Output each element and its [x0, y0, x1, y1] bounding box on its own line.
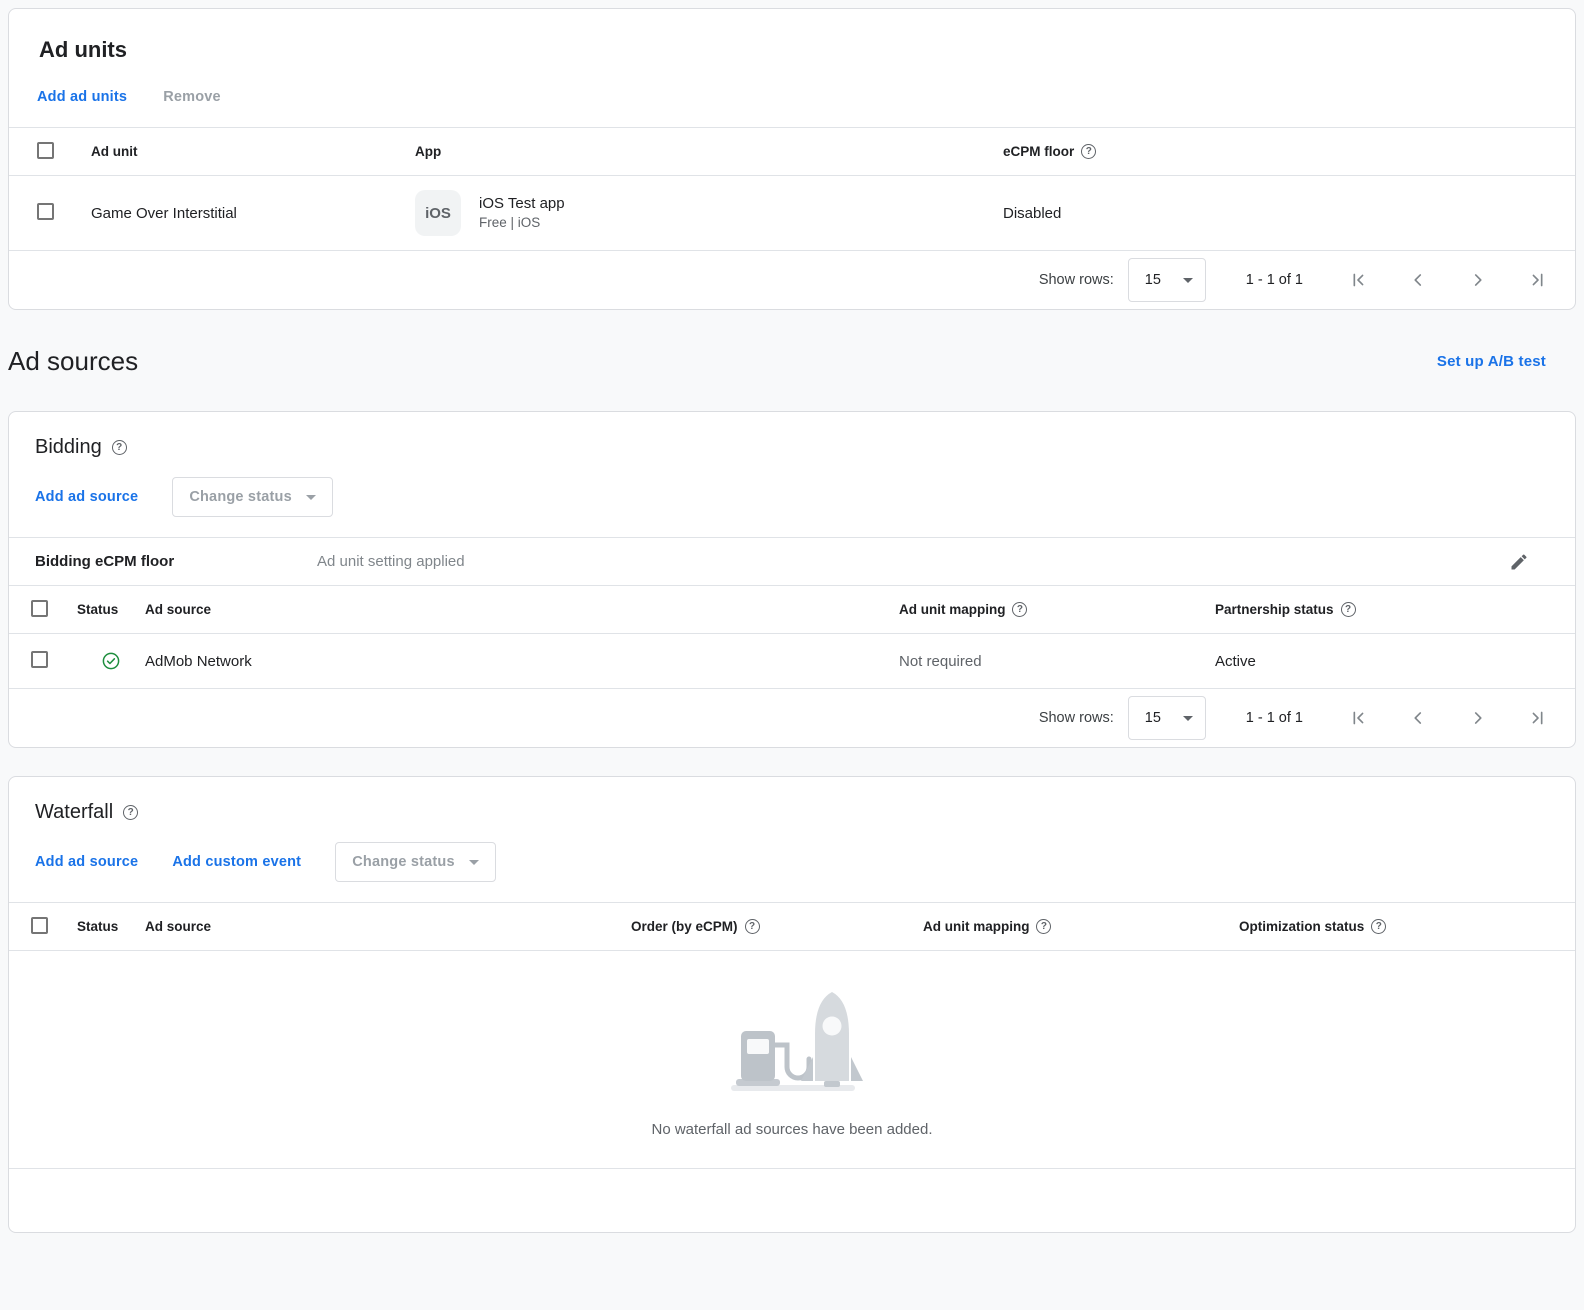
row-checkbox[interactable] — [31, 651, 48, 668]
rows-per-page-select[interactable]: 15 — [1128, 696, 1206, 740]
partnership-status-value: Active — [1215, 653, 1547, 670]
first-page-icon[interactable] — [1347, 707, 1369, 729]
ad-units-card: Ad units Add ad units Remove Ad unit App… — [8, 8, 1576, 310]
select-all-checkbox[interactable] — [31, 600, 48, 617]
col-ad-unit-mapping: Ad unit mapping — [899, 602, 1005, 617]
waterfall-add-ad-source-link[interactable]: Add ad source — [35, 854, 138, 870]
col-ad-source: Ad source — [145, 919, 631, 934]
bidding-title: Bidding — [35, 436, 102, 459]
setup-ab-test-link[interactable]: Set up A/B test — [1437, 353, 1546, 370]
select-all-checkbox[interactable] — [31, 917, 48, 934]
prev-page-icon[interactable] — [1407, 269, 1429, 291]
last-page-icon[interactable] — [1527, 269, 1549, 291]
waterfall-title: Waterfall — [35, 801, 113, 824]
ad-units-pagination: Show rows: 15 1 - 1 of 1 — [9, 251, 1575, 309]
select-all-checkbox[interactable] — [37, 142, 54, 159]
col-ad-unit: Ad unit — [91, 144, 415, 159]
col-ecpm-floor: eCPM floor — [1003, 144, 1074, 159]
pager — [1347, 269, 1549, 291]
bidding-pagination: Show rows: 15 1 - 1 of 1 — [9, 689, 1575, 747]
app-cell: iOS iOS Test app Free | iOS — [415, 190, 1003, 236]
order-help-icon[interactable] — [745, 919, 760, 934]
waterfall-empty-state: No waterfall ad sources have been added. — [9, 951, 1575, 1168]
ad-unit-mapping-value: Not required — [899, 653, 1215, 670]
dropdown-caret-icon — [1183, 716, 1193, 721]
ad-sources-header: Ad sources Set up A/B test — [8, 346, 1576, 377]
bidding-help-icon[interactable] — [112, 440, 127, 455]
add-ad-units-link[interactable]: Add ad units — [37, 89, 127, 105]
edit-icon — [1509, 552, 1529, 572]
dropdown-caret-icon — [306, 495, 316, 500]
bidding-ecpm-floor-row: Bidding eCPM floor Ad unit setting appli… — [9, 537, 1575, 585]
row-checkbox[interactable] — [37, 203, 54, 220]
ad-unit-row: Game Over Interstitial iOS iOS Test app … — [9, 176, 1575, 251]
ad-sources-title: Ad sources — [8, 346, 138, 377]
ad-unit-name: Game Over Interstitial — [91, 205, 415, 222]
ad-source-name: AdMob Network — [145, 653, 899, 670]
rows-per-page-select[interactable]: 15 — [1128, 258, 1206, 302]
waterfall-actions: Add ad source Add custom event Change st… — [9, 824, 1575, 902]
show-rows-label: Show rows: — [1039, 272, 1114, 288]
partnership-status-help-icon[interactable] — [1341, 602, 1356, 617]
rocket-fuel-illustration — [712, 979, 872, 1099]
last-page-icon[interactable] — [1527, 707, 1549, 729]
next-page-icon[interactable] — [1467, 269, 1489, 291]
bidding-table-header: Status Ad source Ad unit mapping Partner… — [9, 585, 1575, 634]
waterfall-table-header: Status Ad source Order (by eCPM) Ad unit… — [9, 902, 1575, 951]
bidding-add-ad-source-link[interactable]: Add ad source — [35, 489, 138, 505]
col-app: App — [415, 144, 1003, 159]
ad-unit-mapping-help-icon[interactable] — [1036, 919, 1051, 934]
ad-unit-mapping-help-icon[interactable] — [1012, 602, 1027, 617]
edit-floor-button[interactable] — [1509, 552, 1529, 572]
waterfall-card: Waterfall Add ad source Add custom event… — [8, 776, 1576, 1233]
pager — [1347, 707, 1549, 729]
prev-page-icon[interactable] — [1407, 707, 1429, 729]
col-order: Order (by eCPM) — [631, 919, 738, 934]
bidding-title-row: Bidding — [9, 412, 1575, 459]
ad-units-table-header: Ad unit App eCPM floor — [9, 127, 1575, 176]
ad-units-title: Ad units — [9, 9, 1575, 63]
col-partnership-status: Partnership status — [1215, 602, 1334, 617]
col-optimization-status: Optimization status — [1239, 919, 1364, 934]
page-range: 1 - 1 of 1 — [1246, 272, 1303, 288]
col-status: Status — [77, 919, 145, 934]
bidding-actions: Add ad source Change status — [9, 459, 1575, 537]
waterfall-empty-message: No waterfall ad sources have been added. — [651, 1121, 932, 1138]
ad-units-actions: Add ad units Remove — [9, 63, 1575, 127]
dropdown-caret-icon — [1183, 278, 1193, 283]
app-name: iOS Test app — [479, 194, 565, 214]
app-meta: Free | iOS — [479, 214, 565, 232]
bidding-ecpm-floor-value: Ad unit setting applied — [317, 553, 1509, 570]
page-range: 1 - 1 of 1 — [1246, 710, 1303, 726]
col-ad-unit-mapping: Ad unit mapping — [923, 919, 1029, 934]
dropdown-caret-icon — [469, 860, 479, 865]
ios-app-icon: iOS — [415, 190, 461, 236]
next-page-icon[interactable] — [1467, 707, 1489, 729]
waterfall-help-icon[interactable] — [123, 805, 138, 820]
active-status-icon — [101, 651, 121, 671]
waterfall-footer — [9, 1168, 1575, 1232]
first-page-icon[interactable] — [1347, 269, 1369, 291]
waterfall-title-row: Waterfall — [9, 777, 1575, 824]
bidding-change-status-button[interactable]: Change status — [172, 477, 333, 517]
bidding-card: Bidding Add ad source Change status Bidd… — [8, 411, 1576, 748]
waterfall-change-status-button[interactable]: Change status — [335, 842, 496, 882]
ecpm-floor-help-icon[interactable] — [1081, 144, 1096, 159]
bidding-ecpm-floor-label: Bidding eCPM floor — [35, 553, 317, 570]
ecpm-floor-value: Disabled — [1003, 205, 1547, 222]
optimization-status-help-icon[interactable] — [1371, 919, 1386, 934]
add-custom-event-link[interactable]: Add custom event — [172, 854, 301, 870]
show-rows-label: Show rows: — [1039, 710, 1114, 726]
col-ad-source: Ad source — [145, 602, 899, 617]
remove-ad-units-link[interactable]: Remove — [163, 89, 221, 105]
col-status: Status — [77, 602, 145, 617]
bidding-row: AdMob Network Not required Active — [9, 634, 1575, 689]
